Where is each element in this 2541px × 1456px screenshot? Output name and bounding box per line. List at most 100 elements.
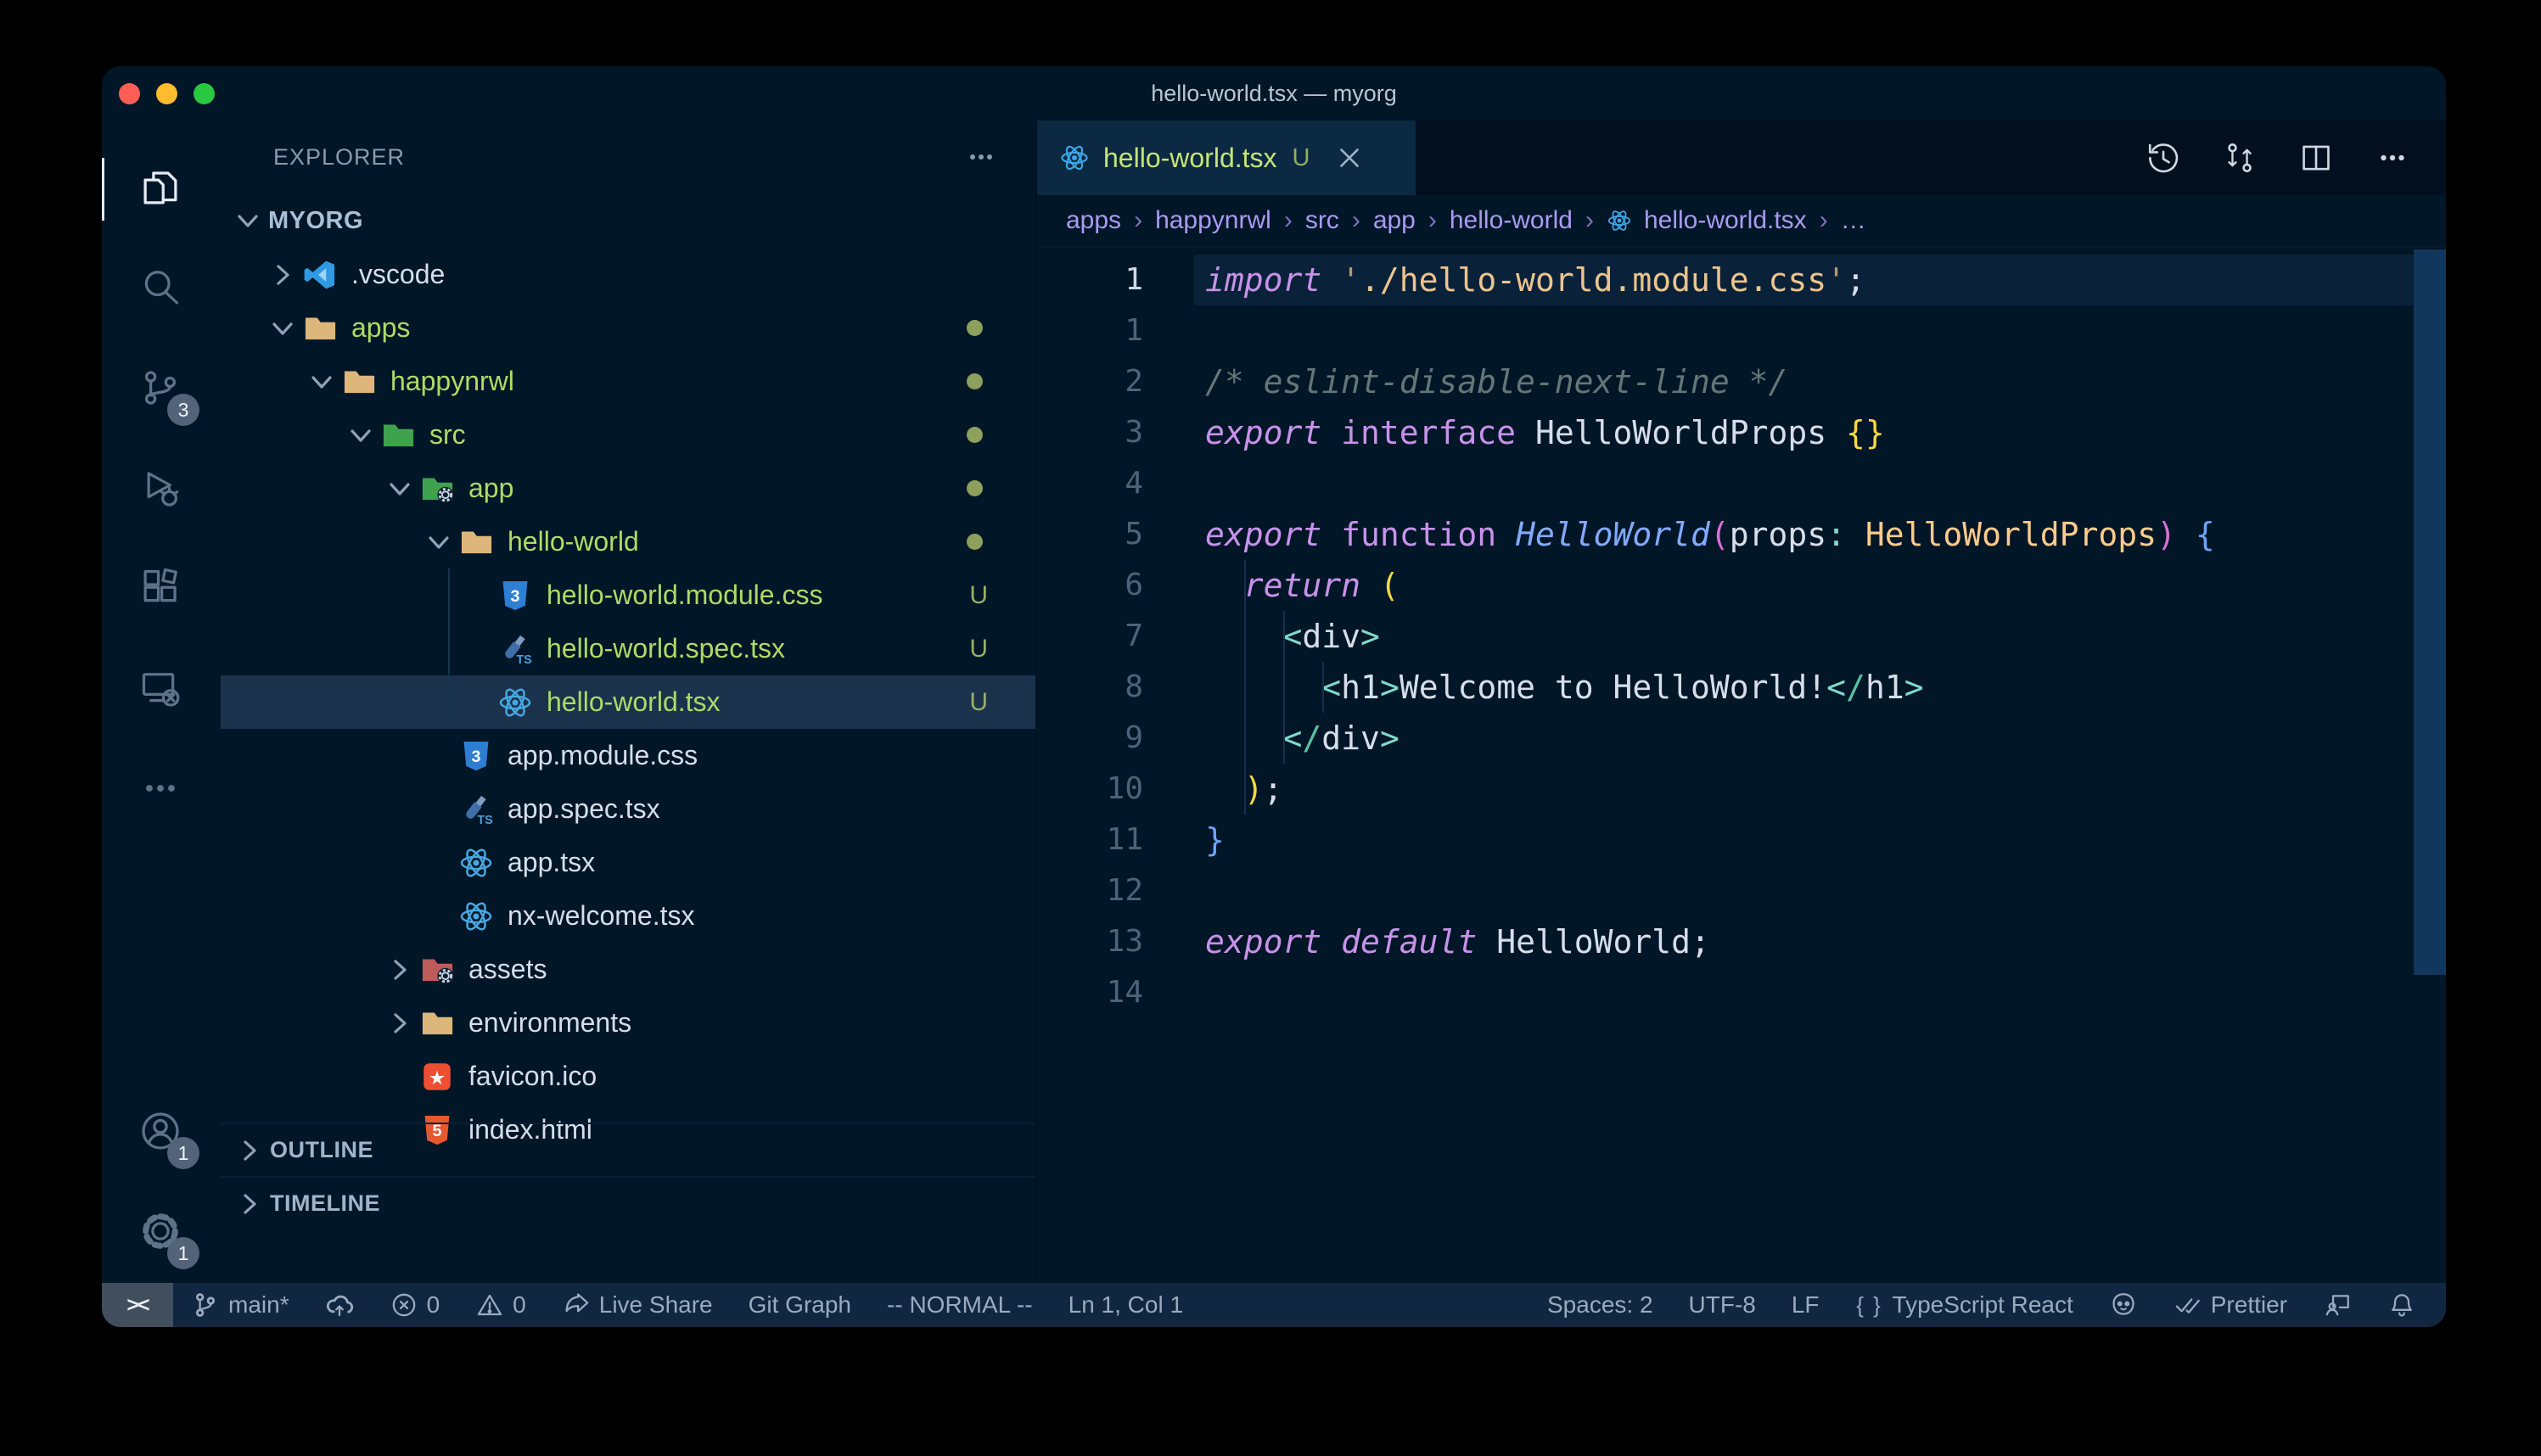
statusbar-eol[interactable]: LF bbox=[1774, 1291, 1837, 1319]
activity-badge: 3 bbox=[167, 394, 199, 426]
tree-item[interactable]: apps bbox=[221, 301, 1035, 355]
code-line-content bbox=[1143, 967, 1205, 1018]
statusbar-label: UTF-8 bbox=[1689, 1291, 1756, 1319]
activity-item-search[interactable] bbox=[102, 239, 220, 339]
tree-item[interactable]: happynrwl bbox=[221, 355, 1035, 408]
statusbar-cursor-position[interactable]: Ln 1, Col 1 bbox=[1051, 1291, 1201, 1319]
tree-item[interactable]: app bbox=[221, 462, 1035, 515]
timeline-section-header[interactable]: TIMELINE bbox=[221, 1176, 1035, 1229]
tree-item[interactable]: environments bbox=[221, 996, 1035, 1050]
statusbar-vim-mode[interactable]: -- NORMAL -- bbox=[869, 1291, 1051, 1319]
breadcrumb-separator-icon: › bbox=[1820, 206, 1828, 235]
tree-root-myorg[interactable]: MYORG bbox=[221, 193, 1035, 248]
chevron-down-icon bbox=[234, 207, 261, 234]
tree-item[interactable]: 3 app.module.css bbox=[221, 729, 1035, 782]
outline-section-header[interactable]: OUTLINE bbox=[221, 1123, 1035, 1176]
line-number: 1 bbox=[1037, 255, 1143, 305]
breadcrumb-item[interactable]: app bbox=[1373, 206, 1416, 235]
statusbar-live-share[interactable]: Live Share bbox=[544, 1291, 731, 1319]
statusbar-github[interactable] bbox=[2091, 1291, 2156, 1319]
tree-indent-spacer bbox=[419, 849, 458, 876]
code-line: 5export function HelloWorld(props: Hello… bbox=[1037, 509, 2446, 560]
statusbar-prettier[interactable]: Prettier bbox=[2156, 1291, 2305, 1319]
git-untracked-badge: U bbox=[969, 688, 988, 717]
statusbar-encoding[interactable]: UTF-8 bbox=[1671, 1291, 1774, 1319]
breadcrumb-item[interactable]: src bbox=[1305, 206, 1339, 235]
folder-file-icon bbox=[419, 1005, 455, 1041]
tree-item[interactable]: app.tsx bbox=[221, 836, 1035, 889]
statusbar-label: Prettier bbox=[2211, 1291, 2287, 1319]
activity-item-run-debug[interactable] bbox=[102, 440, 220, 540]
tree-item[interactable]: TShello-world.spec.tsxU bbox=[221, 622, 1035, 675]
tree-indent-spacer bbox=[419, 742, 458, 770]
tab-hello-world-tsx[interactable]: hello-world.tsx U bbox=[1037, 120, 1416, 195]
code-line: 6 return ( bbox=[1037, 560, 2446, 611]
tree-item[interactable]: 3hello-world.module.cssU bbox=[221, 568, 1035, 622]
css3-file-icon: 3 bbox=[458, 738, 494, 774]
statusbar-label: Live Share bbox=[599, 1291, 713, 1319]
svg-text:3: 3 bbox=[511, 587, 520, 606]
flask-file-icon: TS bbox=[458, 792, 494, 827]
statusbar-sync-changes[interactable] bbox=[307, 1291, 372, 1319]
code-line: 3export interface HelloWorldProps {} bbox=[1037, 407, 2446, 458]
statusbar-git-branch[interactable]: main* bbox=[173, 1291, 307, 1319]
tree-item[interactable]: hello-world.tsxU bbox=[221, 675, 1035, 729]
tree-item-label: app.module.css bbox=[508, 740, 698, 771]
statusbar-notifications[interactable] bbox=[2370, 1291, 2434, 1319]
code-editor[interactable]: 1import './hello-world.module.css';12/* … bbox=[1037, 248, 2446, 1283]
tree-item[interactable]: ★favicon.ico bbox=[221, 1050, 1035, 1103]
history-icon[interactable] bbox=[2146, 140, 2181, 176]
ellipsis-icon[interactable] bbox=[2375, 140, 2410, 176]
code-line-content: } bbox=[1143, 815, 1225, 865]
breadcrumb-item[interactable]: … bbox=[1841, 206, 1866, 235]
statusbar-errors[interactable]: 0 bbox=[372, 1291, 458, 1319]
breadcrumb-label: src bbox=[1305, 206, 1339, 235]
tree-item[interactable]: assets bbox=[221, 943, 1035, 996]
breadcrumb-item[interactable]: hello-world.tsx bbox=[1607, 206, 1807, 235]
tree-item[interactable]: src bbox=[221, 408, 1035, 462]
code-line-content: export function HelloWorld(props: HelloW… bbox=[1143, 509, 2215, 560]
statusbar-warnings[interactable]: 0 bbox=[457, 1291, 544, 1319]
tree-indent-spacer bbox=[458, 582, 497, 609]
code-line-content: return ( bbox=[1143, 560, 1400, 611]
tree-item[interactable]: hello-world bbox=[221, 515, 1035, 568]
statusbar-language-mode[interactable]: { }TypeScript React bbox=[1837, 1291, 2091, 1319]
code-line-content: /* eslint-disable-next-line */ bbox=[1143, 356, 1787, 407]
tree-indent-spacer bbox=[419, 903, 458, 930]
activity-item-explorer[interactable] bbox=[102, 139, 220, 239]
flask-file-icon: TS bbox=[497, 631, 533, 667]
svg-text:TS: TS bbox=[516, 653, 532, 667]
indent-guide bbox=[1244, 560, 1246, 815]
tree-item[interactable]: nx-welcome.tsx bbox=[221, 889, 1035, 943]
editor-scrollbar[interactable] bbox=[2414, 249, 2446, 975]
code-line-content bbox=[1143, 865, 1205, 916]
split-editor-icon[interactable] bbox=[2298, 140, 2334, 176]
tree-item[interactable]: TSapp.spec.tsx bbox=[221, 782, 1035, 836]
activity-item-extensions[interactable] bbox=[102, 540, 220, 640]
activity-item-source-control[interactable]: 3 bbox=[102, 339, 220, 440]
code-line: 9 </div> bbox=[1037, 713, 2446, 764]
remote-indicator[interactable]: >< bbox=[102, 1283, 173, 1327]
close-tab-icon[interactable] bbox=[1335, 143, 1364, 172]
explorer-more-actions-icon[interactable] bbox=[964, 140, 998, 174]
tree-item-label: src bbox=[429, 419, 466, 451]
statusbar-indentation[interactable]: Spaces: 2 bbox=[1529, 1291, 1671, 1319]
code-line: 4 bbox=[1037, 458, 2446, 509]
activity-item-accounts[interactable]: 1 bbox=[102, 1083, 220, 1183]
git-compare-icon[interactable] bbox=[2222, 140, 2258, 176]
workspace-root-label: MYORG bbox=[268, 207, 363, 235]
statusbar-git-graph[interactable]: Git Graph bbox=[731, 1291, 869, 1319]
breadcrumb-item[interactable]: apps bbox=[1066, 206, 1121, 235]
activity-item-remote-explorer[interactable] bbox=[102, 640, 220, 740]
breadcrumb-item[interactable]: happynrwl bbox=[1155, 206, 1271, 235]
cloud-upload-icon bbox=[325, 1291, 354, 1319]
breadcrumb-item[interactable]: hello-world bbox=[1450, 206, 1573, 235]
tree-item-label: .vscode bbox=[351, 259, 445, 290]
tree-item[interactable]: .vscode bbox=[221, 248, 1035, 301]
status-bar: >< main* 00 Live Share Git Graph-- NORMAL -… bbox=[102, 1283, 2446, 1327]
line-number: 14 bbox=[1037, 967, 1143, 1018]
chevron-right-icon bbox=[236, 1137, 263, 1164]
statusbar-live-share-contacts[interactable] bbox=[2305, 1291, 2370, 1319]
activity-item-more-views[interactable] bbox=[102, 740, 220, 840]
activity-item-settings[interactable]: 1 bbox=[102, 1183, 220, 1283]
